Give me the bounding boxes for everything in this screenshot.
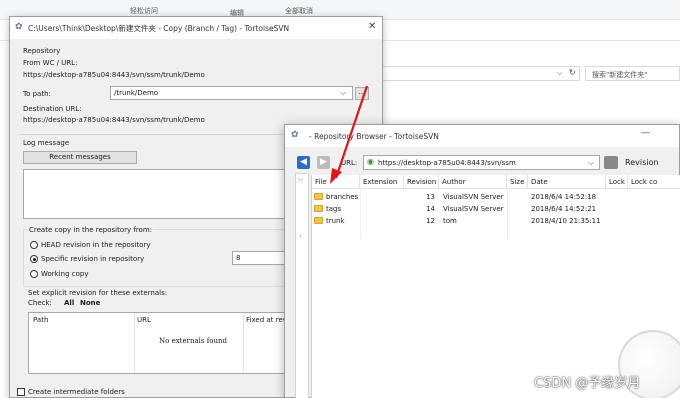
- to-path-value: /trunk/Demo: [114, 89, 159, 97]
- ribbon-text-1[interactable]: 轻松访问: [130, 6, 158, 16]
- to-path-combo[interactable]: /trunk/Demo ⌵: [110, 86, 353, 100]
- row-author: VisualSVN Server: [443, 205, 504, 213]
- watermark: CSDN @予缘岁月: [534, 376, 641, 391]
- recent-messages-button[interactable]: Recent messages: [23, 151, 137, 164]
- row-name: tags: [326, 205, 342, 213]
- from-wc-label: From WC / URL:: [23, 59, 78, 67]
- address-dropdown-icon[interactable]: ⌵: [557, 69, 562, 78]
- revision-button-icon[interactable]: [604, 156, 618, 169]
- copy-dialog-titlebar[interactable]: ✿ C:\Users\Think\Desktop\新建文件夹 - Copy (B…: [10, 17, 382, 39]
- annotation-arrow-head: [330, 168, 342, 184]
- close-icon[interactable]: ✕: [368, 21, 376, 32]
- tortoise-app-icon: ✿: [15, 22, 23, 32]
- refresh-icon[interactable]: ↻: [569, 68, 576, 77]
- annotation-arrow: [330, 85, 369, 184]
- column-lock[interactable]: Lock: [606, 175, 628, 189]
- column-lock-comment[interactable]: Lock co: [628, 175, 680, 189]
- search-placeholder: 搜索"新建文件夹": [592, 71, 648, 79]
- ext-column-divider-1: [134, 313, 135, 373]
- annotation-arrow-line: [334, 85, 369, 179]
- table-row[interactable]: branches 13 VisualSVN Server 2018/6/4 14…: [312, 191, 632, 203]
- log-message-label: Log message: [23, 139, 70, 147]
- tree-expand-icon[interactable]: ›: [299, 232, 302, 240]
- ext-column-url[interactable]: URL: [137, 316, 151, 324]
- minimize-icon[interactable]: —: [641, 128, 650, 138]
- explorer-search-box[interactable]: 搜索"新建文件夹": [585, 66, 680, 81]
- column-date[interactable]: Date: [528, 175, 606, 189]
- check-label: Check:: [28, 299, 52, 307]
- check-none-link[interactable]: None: [80, 299, 100, 307]
- back-arrow-icon[interactable]: ◀: [297, 156, 310, 169]
- to-path-label: To path:: [23, 90, 51, 98]
- column-revision[interactable]: Revision: [404, 175, 439, 189]
- radio-specific-revision[interactable]: [30, 255, 38, 263]
- column-author[interactable]: Author: [439, 175, 507, 189]
- repository-group-label: Repository: [23, 47, 61, 55]
- from-url-value: https://desktop-a785u04:8443/svn/ssm/tru…: [23, 71, 205, 79]
- revision-input-value: 8: [236, 254, 241, 262]
- table-row[interactable]: trunk 12 tom 2018/4/10 21:35:11: [312, 215, 632, 227]
- radio-working-label: Working copy: [41, 270, 89, 278]
- row-date: 2018/6/4 14:52:21: [531, 205, 597, 213]
- radio-head-label: HEAD revision in the repository: [41, 241, 151, 249]
- ribbon-text-3[interactable]: 全部取消: [285, 6, 313, 16]
- row-name: trunk: [326, 217, 345, 225]
- recent-messages-label: Recent messages: [49, 153, 111, 161]
- row-name: branches: [326, 193, 359, 201]
- radio-specific-label: Specific revision in repository: [41, 255, 145, 263]
- row-revision: 12: [426, 217, 435, 225]
- folder-icon: [314, 193, 323, 200]
- destination-url-value: https://desktop-a785u04:8443/svn/ssm/tru…: [23, 116, 205, 124]
- folder-icon: [314, 205, 323, 212]
- tree-collapse-icon[interactable]: ⌵: [298, 175, 303, 184]
- revision-button-label[interactable]: Revision: [625, 158, 658, 167]
- row-date: 2018/6/4 14:52:18: [531, 193, 597, 201]
- copy-dialog-title: C:\Users\Think\Desktop\新建文件夹 - Copy (Bra…: [28, 24, 290, 33]
- row-revision: 13: [426, 193, 435, 201]
- column-size[interactable]: Size: [507, 175, 528, 189]
- row-author: tom: [443, 217, 457, 225]
- folder-icon: [314, 217, 323, 224]
- row-revision: 14: [426, 205, 435, 213]
- destination-url-label: Destination URL:: [23, 105, 82, 113]
- intermediate-folders-label: Create intermediate folders: [28, 388, 125, 396]
- url-combo[interactable]: ◉ https://desktop-a785u04:8443/svn/ssm ⌵: [363, 155, 600, 170]
- url-value: https://desktop-a785u04:8443/svn/ssm: [378, 159, 516, 167]
- externals-label: Set explicit revision for these external…: [28, 289, 168, 297]
- tree-pane[interactable]: ⌵ ›: [295, 173, 309, 398]
- revision-input[interactable]: 8: [232, 251, 292, 265]
- create-copy-label: Create copy in the repository from:: [28, 226, 154, 234]
- row-date: 2018/4/10 21:35:11: [531, 217, 601, 225]
- ext-column-divider-2: [243, 313, 244, 373]
- intermediate-folders-checkbox[interactable]: [17, 388, 25, 396]
- chevron-down-icon[interactable]: ⌵: [588, 158, 594, 168]
- externals-list[interactable]: Path URL Fixed at rev No externals found: [28, 312, 290, 374]
- ext-column-path[interactable]: Path: [33, 316, 48, 324]
- explorer-address-bar[interactable]: ⌵ ↻: [380, 66, 580, 81]
- check-all-link[interactable]: All: [64, 299, 74, 307]
- ext-column-fixed-rev[interactable]: Fixed at rev: [246, 316, 287, 324]
- tortoise-app-icon: ✿: [291, 130, 299, 140]
- row-author: VisualSVN Server: [443, 193, 504, 201]
- radio-working-copy[interactable]: [30, 270, 38, 278]
- table-row[interactable]: tags 14 VisualSVN Server 2018/6/4 14:52:…: [312, 203, 632, 215]
- radio-head-revision[interactable]: [30, 241, 38, 249]
- no-externals-text: No externals found: [159, 337, 227, 345]
